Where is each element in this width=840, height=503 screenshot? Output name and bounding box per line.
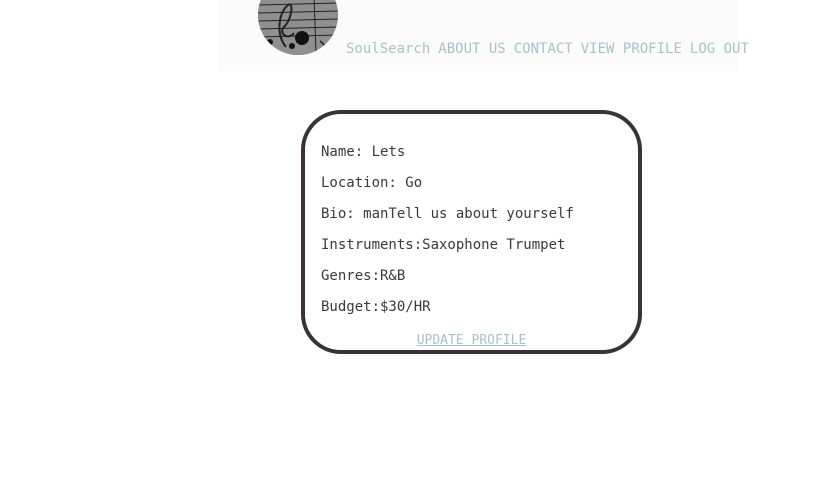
nav-link-view-profile[interactable]: VIEW PROFILE — [581, 41, 682, 57]
profile-bio: Bio: manTell us about yourself — [321, 206, 574, 222]
profile-card: Name: Lets Location: Go Bio: manTell us … — [301, 110, 642, 354]
nav-link-log-out[interactable]: LOG OUT — [690, 41, 749, 57]
nav-link-contact[interactable]: CONTACT — [514, 41, 573, 57]
profile-name: Name: Lets — [321, 144, 406, 160]
music-staff-logo-icon[interactable] — [258, 0, 338, 55]
nav-link-about-us[interactable]: ABOUT US — [438, 41, 505, 57]
nav-links: SoulSearch ABOUT US CONTACT VIEW PROFILE… — [346, 41, 749, 57]
profile-location: Location: Go — [321, 175, 423, 191]
profile-genres: Genres:R&B — [321, 268, 406, 284]
profile-budget: Budget:$30/HR — [321, 299, 431, 315]
update-profile-link[interactable]: UPDATE PROFILE — [305, 333, 638, 348]
profile-instruments: Instruments:Saxophone Trumpet — [321, 237, 566, 253]
navbar: SoulSearch ABOUT US CONTACT VIEW PROFILE… — [218, 0, 749, 71]
nav-link-soulsearch[interactable]: SoulSearch — [346, 41, 430, 57]
